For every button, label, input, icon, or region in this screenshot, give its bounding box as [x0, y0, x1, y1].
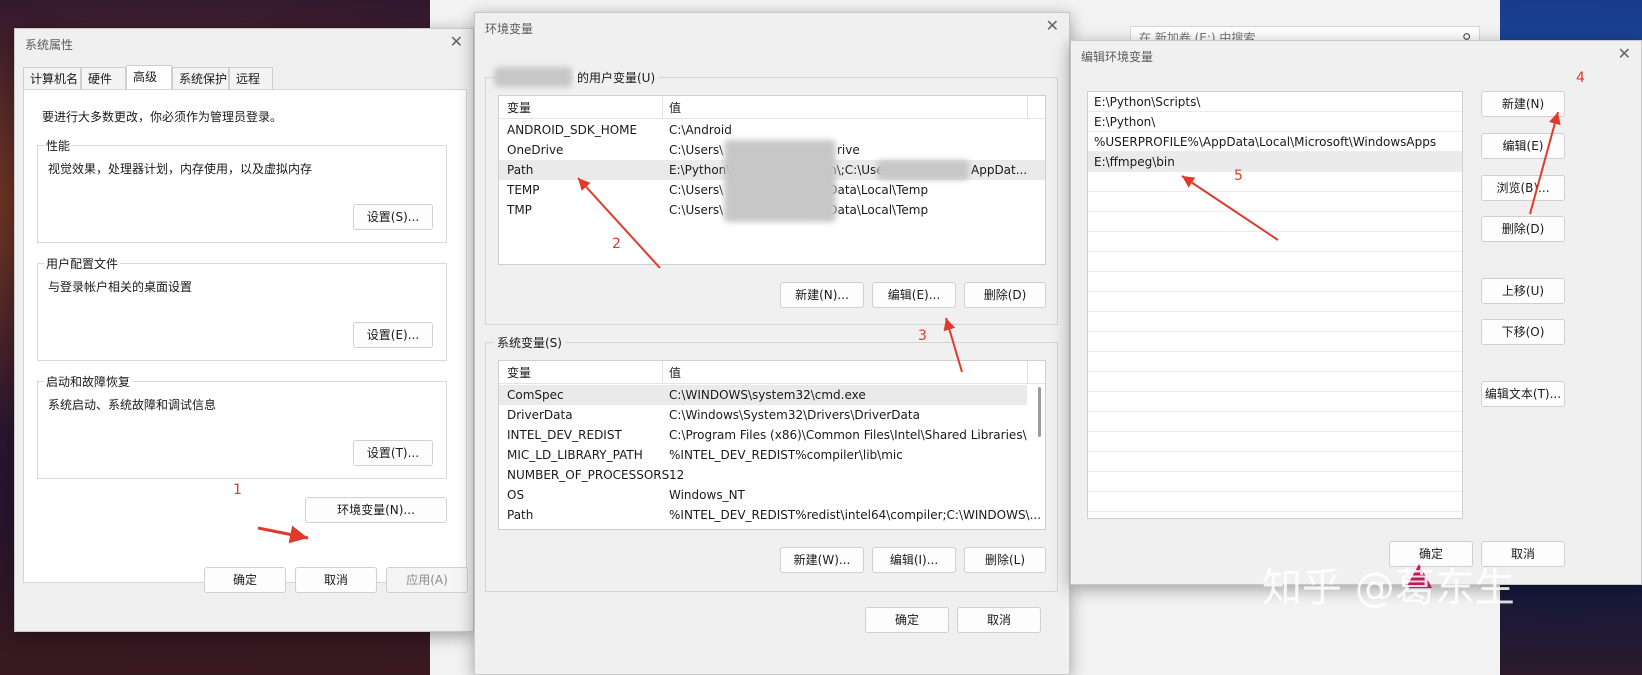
arrow-4	[1529, 111, 1561, 215]
arrow-3	[943, 317, 963, 373]
watermark: 知乎 @葛东生	[1262, 565, 1515, 611]
arrow-1	[257, 525, 309, 544]
arrow-5	[1181, 175, 1279, 241]
arrow-2	[577, 177, 661, 269]
